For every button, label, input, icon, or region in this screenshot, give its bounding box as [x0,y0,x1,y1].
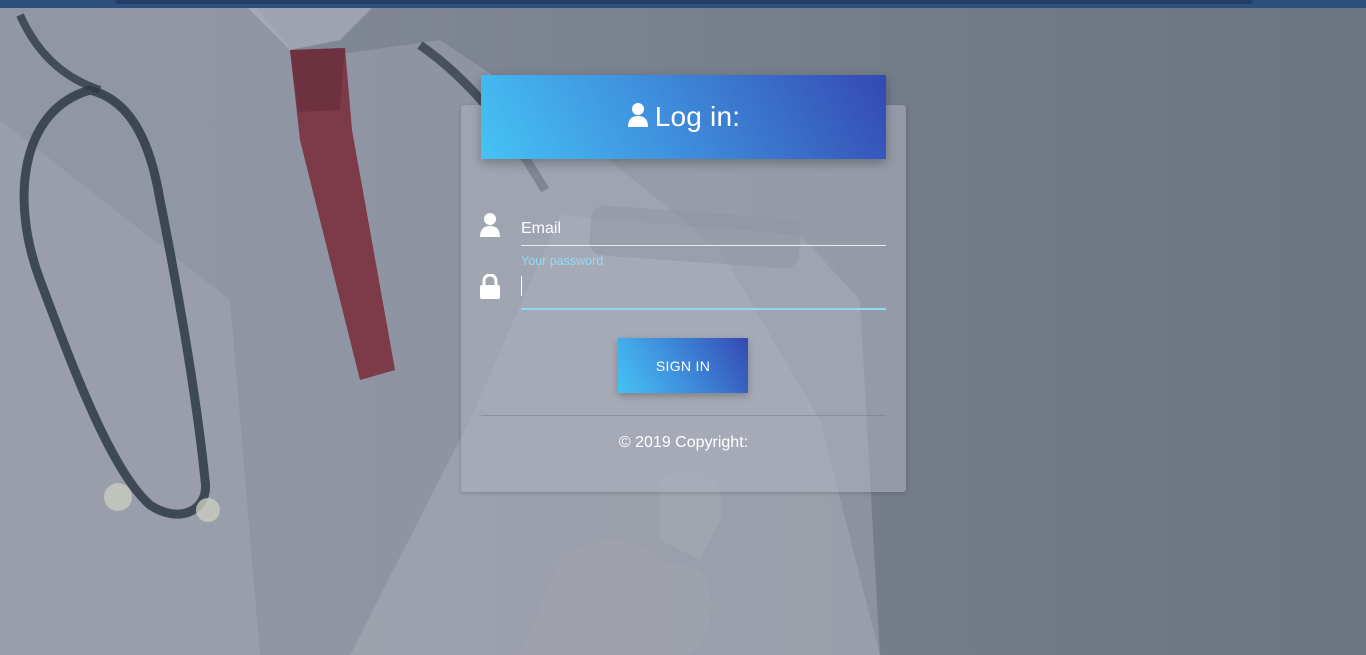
top-navbar [0,0,1366,8]
page-title: Log in: [654,101,741,132]
text-cursor [521,276,522,296]
email-field[interactable]: Email [521,210,886,246]
user-icon [479,212,503,238]
email-label: Email [521,220,562,237]
user-icon [627,102,649,133]
login-page: Log in: Email Your password SIGN IN © 20… [0,0,1366,655]
card-divider [481,415,886,416]
sign-in-button[interactable]: SIGN IN [618,338,748,393]
password-field[interactable]: Your password [521,252,886,310]
top-navbar-inner [115,0,1253,4]
password-label: Your password [521,254,604,268]
login-card-header: Log in: [481,75,886,159]
lock-icon [479,273,503,300]
copyright-text: © 2019 Copyright: [618,434,749,451]
